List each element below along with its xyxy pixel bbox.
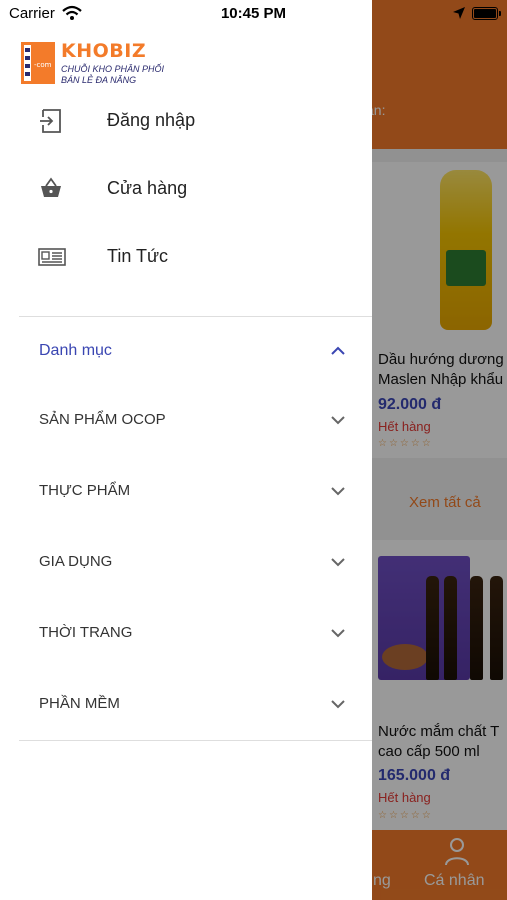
category-header-label: Danh mục [39,342,112,359]
menu-item-label: Cửa hàng [107,178,188,198]
category-item-label: THỜI TRANG [39,624,133,641]
category-item-label: PHẦN MỀM [39,695,120,712]
status-time: 10:45 PM [220,5,287,22]
brand-tagline: BÁN LẺ ĐA NĂNG [61,75,137,85]
battery-cap [499,11,501,16]
category-item-label: GIA DỤNG [39,553,113,570]
chevron-down-icon [331,629,345,638]
category-header-toggle[interactable]: Danh mục [0,330,372,374]
category-item-software[interactable]: PHẦN MỀM [0,683,372,727]
newspaper-icon [38,248,66,266]
brand-logo: -com KHOBIZ CHUỖI KHO PHÂN PHỐI BÁN LẺ Đ… [21,40,181,86]
location-arrow-icon [453,7,465,19]
category-item-food[interactable]: THỰC PHẨM [0,470,372,514]
menu-item-label: Đăng nhập [107,110,196,130]
menu-item-label: Tin Tức [107,246,169,266]
category-item-household[interactable]: GIA DỤNG [0,541,372,585]
brand-logo-mark-text: -com [34,61,52,69]
chevron-down-icon [331,558,345,567]
status-bar: Carrier 10:45 PM [0,0,507,28]
brand-tagline: CHUỖI KHO PHÂN PHỐI [61,64,165,74]
login-icon [40,109,61,133]
chevron-up-icon [331,346,345,355]
menu-item-login[interactable]: Đăng nhập [0,94,372,150]
chevron-down-icon [331,487,345,496]
brand-logo-mark: -com [21,42,55,84]
category-item-fashion[interactable]: THỜI TRANG [0,612,372,656]
brand-name: KHOBIZ [61,40,147,62]
chevron-down-icon [331,416,345,425]
chevron-down-icon [331,700,345,709]
category-item-label: SẢN PHẨM OCOP [39,411,166,428]
battery-icon [472,7,498,20]
navigation-drawer: -com KHOBIZ CHUỖI KHO PHÂN PHỐI BÁN LẺ Đ… [0,0,372,900]
menu-item-news[interactable]: Tin Tức [0,230,372,286]
category-item-ocop[interactable]: SẢN PHẨM OCOP [0,399,372,443]
basket-icon [41,177,61,197]
category-item-label: THỰC PHẨM [39,482,131,499]
menu-item-store[interactable]: Cửa hàng [0,162,372,218]
menu-divider [19,316,372,317]
category-divider [19,740,372,741]
